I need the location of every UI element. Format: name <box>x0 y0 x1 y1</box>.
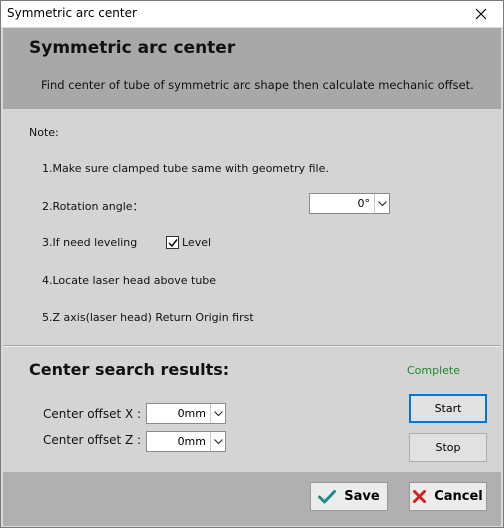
offset-z-value: 0mm <box>177 435 206 448</box>
close-button[interactable] <box>459 1 503 27</box>
header-panel: Symmetric arc center Find center of tube… <box>3 28 501 109</box>
results-panel: Center search results: Complete Center o… <box>3 347 501 472</box>
footer-bar: Save Cancel <box>3 472 501 526</box>
stop-button[interactable]: Stop <box>409 433 487 462</box>
x-icon <box>413 490 427 503</box>
check-icon <box>318 489 337 503</box>
offset-x-label: Center offset X : <box>43 407 142 421</box>
close-icon <box>475 8 487 20</box>
header-title: Symmetric arc center <box>29 38 236 58</box>
rotation-angle-combobox[interactable]: 0° <box>309 193 390 214</box>
dialog-body: Symmetric arc center Find center of tube… <box>3 28 501 526</box>
header-description: Find center of tube of symmetric arc sha… <box>41 78 474 92</box>
offset-z-label: Center offset Z : <box>43 433 142 447</box>
level-checkbox-label[interactable]: Level <box>182 236 211 249</box>
note-item-1: 1.Make sure clamped tube same with geome… <box>42 162 329 175</box>
checkmark-icon <box>167 238 178 247</box>
chevron-down-icon[interactable] <box>374 194 389 213</box>
offset-x-value: 0mm <box>177 407 206 420</box>
title-bar: Symmetric arc center <box>1 1 503 27</box>
note-heading: Note: <box>29 126 59 139</box>
note-item-4: 4.Locate laser head above tube <box>42 274 217 287</box>
save-button-label: Save <box>344 489 380 504</box>
results-title: Center search results: <box>29 360 230 379</box>
window-title: Symmetric arc center <box>7 6 137 20</box>
note-item-3-leveling: 3.If need leveling <box>42 236 138 249</box>
cancel-button[interactable]: Cancel <box>409 482 487 511</box>
offset-x-combobox[interactable]: 0mm <box>146 403 226 424</box>
level-checkbox[interactable] <box>166 236 179 249</box>
dialog-window: Symmetric arc center Symmetric arc cente… <box>0 0 504 528</box>
offset-z-combobox[interactable]: 0mm <box>146 431 226 452</box>
cancel-button-label: Cancel <box>434 489 483 504</box>
chevron-down-icon[interactable] <box>210 432 225 451</box>
note-item-2-rotation: 2.Rotation angle： <box>42 200 144 213</box>
note-item-5: 5.Z axis(laser head) Return Origin first <box>42 311 254 324</box>
save-button[interactable]: Save <box>310 482 388 511</box>
notes-panel: Note: 1.Make sure clamped tube same with… <box>3 109 501 345</box>
rotation-angle-value: 0° <box>357 197 371 210</box>
chevron-down-icon[interactable] <box>210 404 225 423</box>
start-button[interactable]: Start <box>409 394 487 423</box>
status-text: Complete <box>407 364 461 377</box>
